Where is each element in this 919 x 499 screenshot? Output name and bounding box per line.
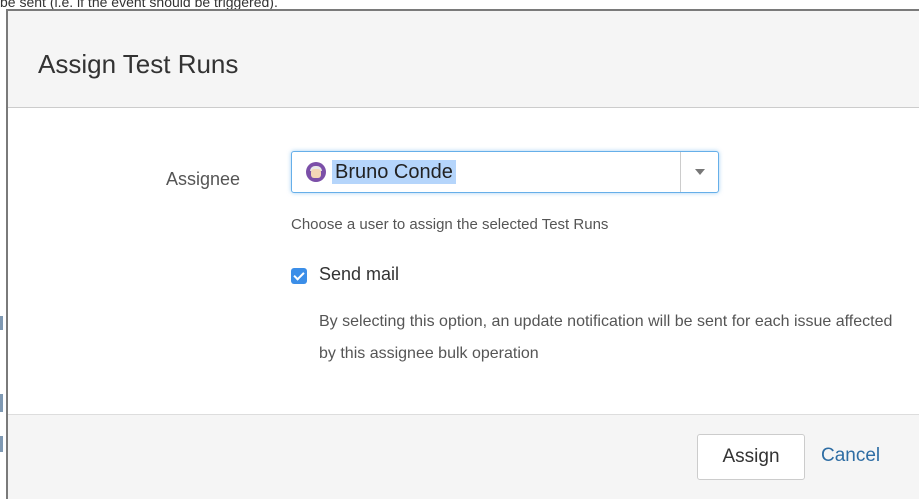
assignee-select[interactable]: Bruno Conde bbox=[291, 151, 719, 193]
background-mark bbox=[0, 316, 3, 330]
send-mail-description: By selecting this option, an update noti… bbox=[319, 313, 893, 362]
send-mail-checkbox[interactable] bbox=[291, 268, 307, 284]
cancel-link[interactable]: Cancel bbox=[821, 445, 880, 467]
dialog-body: Assignee Bruno Conde Choose a user to as… bbox=[8, 108, 919, 414]
assign-button[interactable]: Assign bbox=[697, 434, 805, 480]
page: be sent (i.e. if the event should be tri… bbox=[0, 0, 919, 499]
dialog-header: Assign Test Runs bbox=[8, 11, 919, 108]
dialog-title: Assign Test Runs bbox=[38, 49, 239, 79]
avatar-face bbox=[311, 169, 321, 178]
assignee-dropdown-toggle[interactable] bbox=[680, 152, 718, 192]
assignee-help-text: Choose a user to assign the selected Tes… bbox=[291, 216, 609, 233]
dialog-footer: Assign Cancel bbox=[8, 414, 919, 499]
user-avatar-icon bbox=[306, 162, 326, 182]
assignee-label: Assignee bbox=[166, 169, 241, 189]
background-mark bbox=[0, 436, 3, 452]
chevron-down-icon bbox=[695, 169, 705, 175]
assignee-selected-value[interactable]: Bruno Conde bbox=[332, 160, 456, 184]
send-mail-label[interactable]: Send mail bbox=[319, 264, 399, 285]
assign-test-runs-dialog: Assign Test Runs Assignee Bruno Conde Ch… bbox=[6, 9, 919, 499]
background-mark bbox=[0, 394, 3, 412]
checkmark-icon bbox=[293, 269, 305, 281]
